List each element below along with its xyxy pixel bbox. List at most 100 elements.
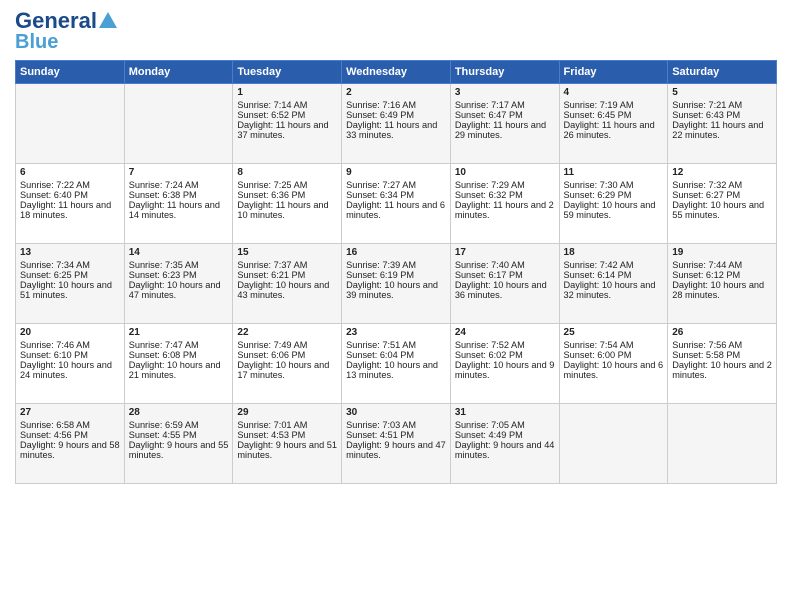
calendar-cell: 7Sunrise: 7:24 AMSunset: 6:38 PMDaylight… (124, 164, 233, 244)
day-number: 3 (455, 87, 555, 98)
calendar-week-4: 20Sunrise: 7:46 AMSunset: 6:10 PMDayligh… (16, 324, 777, 404)
calendar-cell: 12Sunrise: 7:32 AMSunset: 6:27 PMDayligh… (668, 164, 777, 244)
day-info: Daylight: 10 hours and 17 minutes. (237, 360, 337, 380)
day-number: 14 (129, 247, 229, 258)
day-info: Sunrise: 7:25 AM (237, 180, 337, 190)
day-number: 16 (346, 247, 446, 258)
day-info: Daylight: 10 hours and 32 minutes. (564, 280, 664, 300)
day-info: Sunset: 6:23 PM (129, 270, 229, 280)
day-info: Sunset: 6:47 PM (455, 110, 555, 120)
day-info: Sunset: 6:19 PM (346, 270, 446, 280)
day-number: 13 (20, 247, 120, 258)
calendar-cell: 6Sunrise: 7:22 AMSunset: 6:40 PMDaylight… (16, 164, 125, 244)
day-info: Sunrise: 7:56 AM (672, 340, 772, 350)
day-info: Sunrise: 7:51 AM (346, 340, 446, 350)
day-info: Daylight: 9 hours and 51 minutes. (237, 440, 337, 460)
calendar-cell: 24Sunrise: 7:52 AMSunset: 6:02 PMDayligh… (450, 324, 559, 404)
day-number: 20 (20, 327, 120, 338)
day-info: Sunset: 6:08 PM (129, 350, 229, 360)
calendar-cell: 20Sunrise: 7:46 AMSunset: 6:10 PMDayligh… (16, 324, 125, 404)
day-info: Daylight: 9 hours and 55 minutes. (129, 440, 229, 460)
calendar-cell: 9Sunrise: 7:27 AMSunset: 6:34 PMDaylight… (342, 164, 451, 244)
day-info: Daylight: 9 hours and 47 minutes. (346, 440, 446, 460)
day-info: Sunset: 6:36 PM (237, 190, 337, 200)
day-info: Daylight: 11 hours and 33 minutes. (346, 120, 446, 140)
day-info: Sunset: 4:55 PM (129, 430, 229, 440)
day-info: Daylight: 9 hours and 58 minutes. (20, 440, 120, 460)
calendar-cell: 1Sunrise: 7:14 AMSunset: 6:52 PMDaylight… (233, 84, 342, 164)
day-info: Sunrise: 7:14 AM (237, 100, 337, 110)
logo: General Blue (15, 10, 119, 52)
calendar-cell: 14Sunrise: 7:35 AMSunset: 6:23 PMDayligh… (124, 244, 233, 324)
day-number: 30 (346, 407, 446, 418)
day-number: 7 (129, 167, 229, 178)
day-info: Sunset: 6:43 PM (672, 110, 772, 120)
day-info: Daylight: 10 hours and 24 minutes. (20, 360, 120, 380)
day-info: Daylight: 10 hours and 13 minutes. (346, 360, 446, 380)
day-info: Daylight: 11 hours and 22 minutes. (672, 120, 772, 140)
day-info: Sunset: 4:49 PM (455, 430, 555, 440)
calendar-cell: 29Sunrise: 7:01 AMSunset: 4:53 PMDayligh… (233, 404, 342, 484)
calendar-body: 1Sunrise: 7:14 AMSunset: 6:52 PMDaylight… (16, 84, 777, 484)
day-info: Sunset: 6:49 PM (346, 110, 446, 120)
day-info: Sunset: 6:06 PM (237, 350, 337, 360)
calendar-cell: 31 Sunrise: 7:05 AMSunset: 4:49 PMDayligh… (450, 404, 559, 484)
day-info: Sunset: 6:02 PM (455, 350, 555, 360)
day-info: Sunrise: 7:44 AM (672, 260, 772, 270)
header-row: SundayMondayTuesdayWednesdayThursdayFrid… (16, 61, 777, 84)
calendar-header: SundayMondayTuesdayWednesdayThursdayFrid… (16, 61, 777, 84)
calendar-cell: 21 Sunrise: 7:47 AMSunset: 6:08 PMDayligh… (124, 324, 233, 404)
day-info: Sunrise: 7:22 AM (20, 180, 120, 190)
calendar-cell (668, 404, 777, 484)
calendar-cell: 3Sunrise: 7:17 AMSunset: 6:47 PMDaylight… (450, 84, 559, 164)
logo-text: General (15, 10, 97, 32)
day-info: Daylight: 10 hours and 21 minutes. (129, 360, 229, 380)
day-info: Daylight: 11 hours and 29 minutes. (455, 120, 555, 140)
day-info: Sunset: 6:38 PM (129, 190, 229, 200)
logo-icon (97, 10, 119, 32)
day-info: Sunrise: 7:32 AM (672, 180, 772, 190)
day-number: 21 (129, 327, 229, 338)
day-info: Sunrise: 7:03 AM (346, 420, 446, 430)
day-number: 22 (237, 327, 337, 338)
day-info: Sunrise: 6:58 AM (20, 420, 120, 430)
day-info: Sunrise: 7:47 AM (129, 340, 229, 350)
day-number: 31 (455, 407, 555, 418)
calendar-week-3: 13Sunrise: 7:34 AMSunset: 6:25 PMDayligh… (16, 244, 777, 324)
calendar-cell: 13Sunrise: 7:34 AMSunset: 6:25 PMDayligh… (16, 244, 125, 324)
day-info: Daylight: 10 hours and 6 minutes. (564, 360, 664, 380)
day-number: 5 (672, 87, 772, 98)
day-info: Sunrise: 7:40 AM (455, 260, 555, 270)
day-number: 12 (672, 167, 772, 178)
day-number: 24 (455, 327, 555, 338)
day-info: Daylight: 10 hours and 59 minutes. (564, 200, 664, 220)
header-cell-friday: Friday (559, 61, 668, 84)
day-number: 29 (237, 407, 337, 418)
day-info: Sunset: 6:14 PM (564, 270, 664, 280)
day-info: Daylight: 10 hours and 51 minutes. (20, 280, 120, 300)
day-info: Sunrise: 7:34 AM (20, 260, 120, 270)
calendar-cell: 15Sunrise: 7:37 AMSunset: 6:21 PMDayligh… (233, 244, 342, 324)
day-info: Sunrise: 7:39 AM (346, 260, 446, 270)
day-info: Daylight: 11 hours and 6 minutes. (346, 200, 446, 220)
day-info: Sunset: 4:56 PM (20, 430, 120, 440)
header-cell-sunday: Sunday (16, 61, 125, 84)
day-number: 23 (346, 327, 446, 338)
day-info: Sunrise: 7:29 AM (455, 180, 555, 190)
day-info: Sunrise: 7:05 AM (455, 420, 555, 430)
day-info: Daylight: 9 hours and 44 minutes. (455, 440, 555, 460)
calendar-table: SundayMondayTuesdayWednesdayThursdayFrid… (15, 60, 777, 484)
calendar-cell: 11Sunrise: 7:30 AMSunset: 6:29 PMDayligh… (559, 164, 668, 244)
day-info: Sunset: 4:53 PM (237, 430, 337, 440)
calendar-cell: 17Sunrise: 7:40 AMSunset: 6:17 PMDayligh… (450, 244, 559, 324)
day-info: Daylight: 11 hours and 26 minutes. (564, 120, 664, 140)
day-info: Sunrise: 7:21 AM (672, 100, 772, 110)
day-info: Daylight: 11 hours and 14 minutes. (129, 200, 229, 220)
day-number: 1 (237, 87, 337, 98)
day-number: 6 (20, 167, 120, 178)
day-number: 15 (237, 247, 337, 258)
calendar-cell: 16Sunrise: 7:39 AMSunset: 6:19 PMDayligh… (342, 244, 451, 324)
day-info: Sunset: 6:12 PM (672, 270, 772, 280)
day-number: 27 (20, 407, 120, 418)
day-info: Sunrise: 7:27 AM (346, 180, 446, 190)
